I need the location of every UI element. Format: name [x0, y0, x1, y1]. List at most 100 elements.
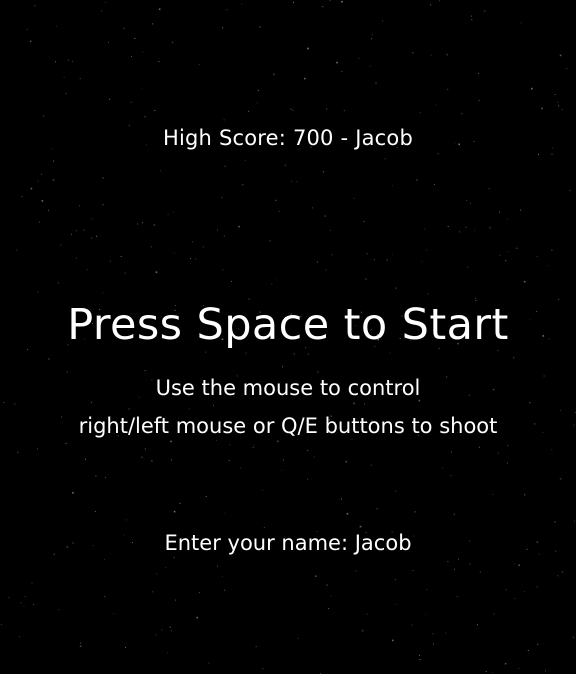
star — [159, 170, 161, 172]
star — [109, 98, 111, 100]
star — [353, 402, 355, 405]
star — [507, 445, 509, 447]
star — [411, 624, 413, 626]
star — [450, 475, 452, 477]
star — [426, 249, 428, 251]
star — [483, 10, 486, 12]
star — [282, 366, 283, 368]
star — [224, 512, 226, 514]
star — [559, 410, 561, 411]
star — [144, 448, 146, 450]
star — [447, 226, 449, 227]
star — [382, 20, 384, 22]
name-entry-label: Enter your name: — [164, 531, 349, 555]
star — [506, 462, 508, 464]
star — [293, 1, 294, 3]
star — [144, 370, 146, 372]
star — [391, 185, 393, 187]
star — [557, 575, 559, 577]
star — [346, 513, 349, 515]
star — [57, 282, 59, 284]
star — [307, 47, 309, 50]
star — [291, 181, 293, 182]
star — [507, 251, 509, 252]
star — [529, 402, 531, 404]
star — [134, 38, 136, 39]
star — [144, 116, 146, 118]
star — [445, 632, 447, 634]
star — [551, 249, 553, 251]
star — [26, 349, 28, 351]
star — [63, 76, 65, 78]
star — [425, 613, 427, 615]
star — [543, 375, 545, 377]
star — [155, 634, 157, 636]
star — [282, 459, 284, 461]
star — [172, 41, 174, 43]
name-entry-value[interactable]: Jacob — [355, 531, 412, 555]
star — [514, 598, 516, 600]
star — [430, 54, 432, 56]
star — [419, 654, 420, 656]
star — [479, 571, 481, 573]
star — [262, 668, 264, 670]
name-entry-field[interactable]: Enter your name: Jacob — [0, 533, 576, 554]
star — [169, 626, 171, 628]
star — [205, 496, 207, 497]
star — [198, 63, 200, 65]
star — [58, 609, 60, 611]
star — [304, 77, 306, 80]
star — [75, 257, 77, 259]
star — [453, 513, 455, 515]
star — [317, 371, 319, 373]
star — [536, 256, 538, 258]
star — [373, 259, 375, 261]
star — [395, 490, 397, 492]
star — [412, 570, 414, 571]
star — [67, 59, 69, 61]
star — [109, 260, 111, 262]
star — [223, 119, 225, 121]
star — [161, 629, 163, 631]
star — [554, 521, 556, 523]
star — [458, 558, 459, 560]
star — [281, 469, 283, 471]
star — [37, 180, 39, 182]
high-score-player: Jacob — [355, 126, 413, 150]
star — [80, 642, 81, 644]
star — [418, 399, 421, 402]
star — [152, 591, 154, 593]
star — [196, 616, 198, 619]
star — [65, 443, 67, 444]
star — [273, 73, 275, 76]
star — [325, 269, 327, 271]
star — [324, 215, 327, 217]
star — [152, 23, 154, 25]
star — [141, 456, 143, 458]
star — [435, 104, 437, 106]
star — [427, 293, 429, 295]
star — [19, 636, 20, 638]
star — [499, 254, 501, 256]
star — [52, 179, 55, 181]
star — [296, 181, 298, 183]
star — [345, 460, 347, 463]
star — [505, 589, 507, 591]
star — [1, 624, 3, 626]
star — [421, 260, 423, 262]
star — [31, 582, 33, 584]
star — [259, 26, 261, 28]
star — [326, 584, 328, 586]
star — [222, 27, 224, 29]
star — [242, 184, 244, 186]
star — [488, 188, 490, 190]
star — [175, 599, 177, 601]
star — [559, 478, 562, 480]
star — [474, 229, 476, 231]
star — [173, 211, 175, 213]
star — [55, 25, 57, 27]
high-score-label: High Score: — [163, 126, 287, 150]
star — [414, 511, 416, 513]
game-canvas[interactable]: High Score: 700 - Jacob Press Space to S… — [0, 0, 576, 674]
star — [566, 68, 568, 69]
